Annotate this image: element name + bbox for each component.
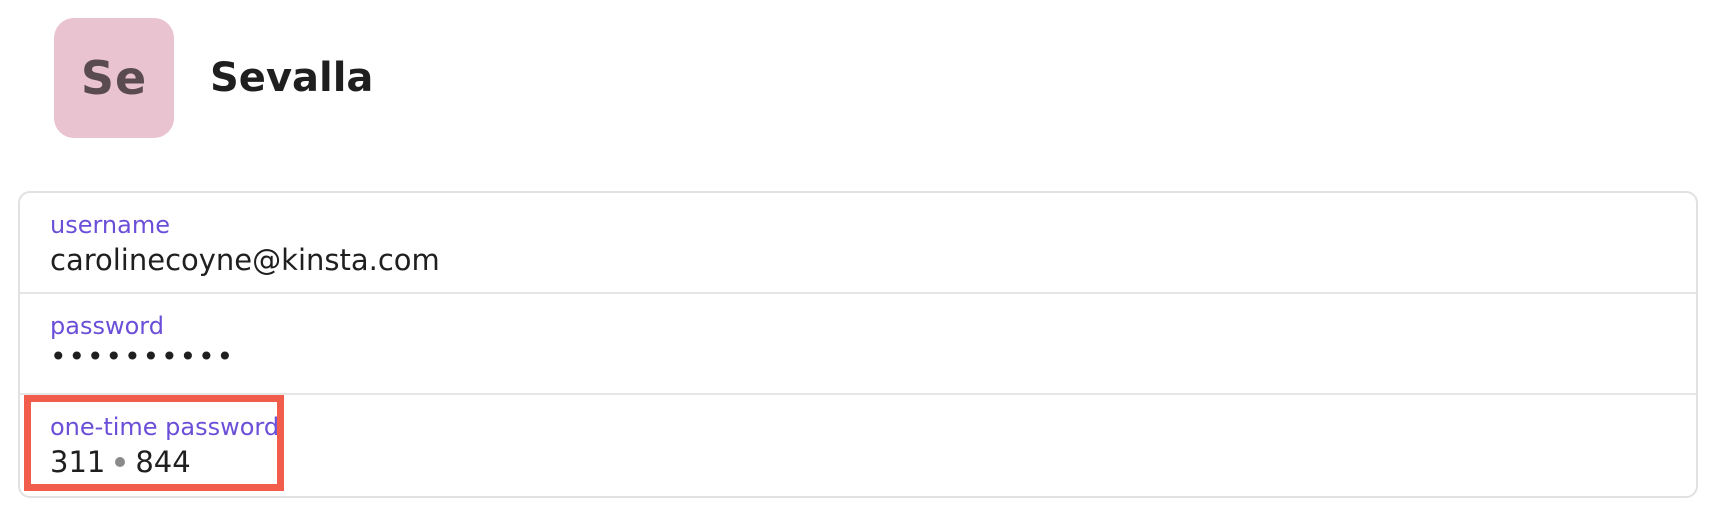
item-title: Sevalla xyxy=(210,55,374,101)
password-label: password xyxy=(50,312,164,340)
one-time-password-row[interactable]: one-time password 311 844 xyxy=(20,395,1696,496)
one-time-password-label: one-time password xyxy=(50,413,280,441)
otp-second-half: 844 xyxy=(135,445,191,479)
avatar: Se xyxy=(54,18,174,138)
item-detail-page: Se Sevalla username carolinecoyne@kinsta… xyxy=(0,0,1720,526)
username-value[interactable]: carolinecoyne@kinsta.com xyxy=(50,243,440,277)
password-value[interactable]: •••••••••• xyxy=(50,340,235,373)
one-time-password-value[interactable]: 311 844 xyxy=(50,445,191,479)
credentials-card: username carolinecoyne@kinsta.com passwo… xyxy=(18,191,1698,498)
otp-first-half: 311 xyxy=(50,445,106,479)
username-label: username xyxy=(50,211,170,239)
username-row[interactable]: username carolinecoyne@kinsta.com xyxy=(20,193,1696,294)
item-header: Se Sevalla xyxy=(54,18,373,138)
avatar-text: Se xyxy=(80,51,148,105)
otp-separator-dot xyxy=(115,457,126,467)
password-row[interactable]: password •••••••••• xyxy=(20,294,1696,395)
